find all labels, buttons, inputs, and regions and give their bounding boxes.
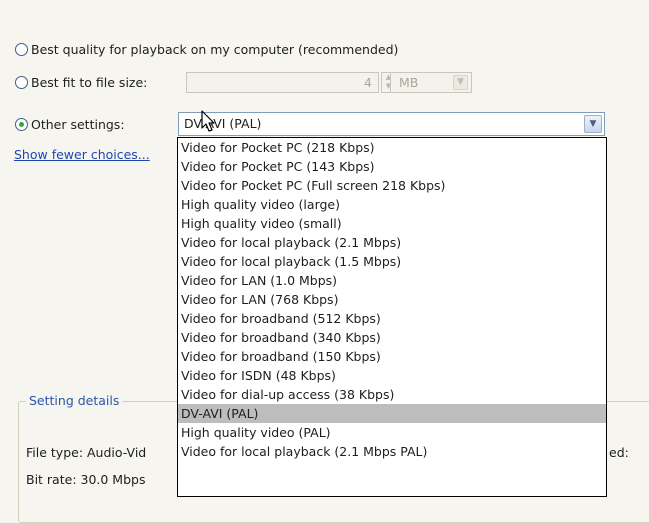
show-fewer-choices-link[interactable]: Show fewer choices... [14,147,150,162]
file-type-detail: File type: Audio-Vid [26,445,147,460]
dropdown-item[interactable]: High quality video (large) [178,195,606,214]
best-quality-option[interactable]: Best quality for playback on my computer… [15,42,398,57]
dropdown-item[interactable]: High quality video (small) [178,214,606,233]
detail-right-fragment: ed: [609,445,629,460]
chevron-down-icon[interactable]: ▼ [453,75,468,90]
file-size-unit-select[interactable]: MB ▼ [390,72,472,93]
dropdown-item[interactable]: High quality video (PAL) [178,423,606,442]
dropdown-item[interactable]: Video for LAN (768 Kbps) [178,290,606,309]
file-size-unit: MB [399,75,419,90]
file-size-input[interactable]: 4 [186,72,379,93]
other-settings-dropdown-list[interactable]: Video for Pocket PC (218 Kbps) Video for… [177,137,607,497]
mouse-cursor-icon [201,110,215,132]
setting-details-label: Setting details [26,393,123,408]
dropdown-item[interactable]: Video for Pocket PC (Full screen 218 Kbp… [178,176,606,195]
dropdown-item[interactable]: Video for Pocket PC (143 Kbps) [178,157,606,176]
best-fit-label: Best fit to file size: [31,75,148,90]
other-settings-option[interactable]: Other settings: [15,117,125,132]
best-quality-label: Best quality for playback on my computer… [31,42,399,57]
dropdown-item[interactable]: Video for ISDN (48 Kbps) [178,366,606,385]
dropdown-item[interactable]: Video for dial-up access (38 Kbps) [178,385,606,404]
radio-best-quality[interactable] [15,43,28,56]
best-fit-option[interactable]: Best fit to file size: [15,75,147,90]
other-settings-value: DV-AVI (PAL) [184,116,262,131]
dropdown-item[interactable]: Video for local playback (1.5 Mbps) [178,252,606,271]
bit-rate-detail: Bit rate: 30.0 Mbps [26,472,146,487]
dropdown-item[interactable]: Video for broadband (512 Kbps) [178,309,606,328]
dropdown-item[interactable]: Video for Pocket PC (218 Kbps) [178,138,606,157]
chevron-down-icon[interactable]: ▼ [584,115,602,133]
other-settings-select[interactable]: DV-AVI (PAL) ▼ [178,112,605,136]
dropdown-item[interactable]: Video for local playback (2.1 Mbps PAL) [178,442,606,461]
dropdown-item-selected[interactable]: DV-AVI (PAL) [178,404,606,423]
dropdown-item[interactable]: Video for LAN (1.0 Mbps) [178,271,606,290]
dropdown-item[interactable]: Video for broadband (340 Kbps) [178,328,606,347]
radio-best-fit[interactable] [15,76,28,89]
dropdown-item[interactable]: Video for broadband (150 Kbps) [178,347,606,366]
other-settings-label: Other settings: [31,117,125,132]
dropdown-item[interactable]: Video for local playback (2.1 Mbps) [178,233,606,252]
radio-other-settings[interactable] [15,118,28,131]
